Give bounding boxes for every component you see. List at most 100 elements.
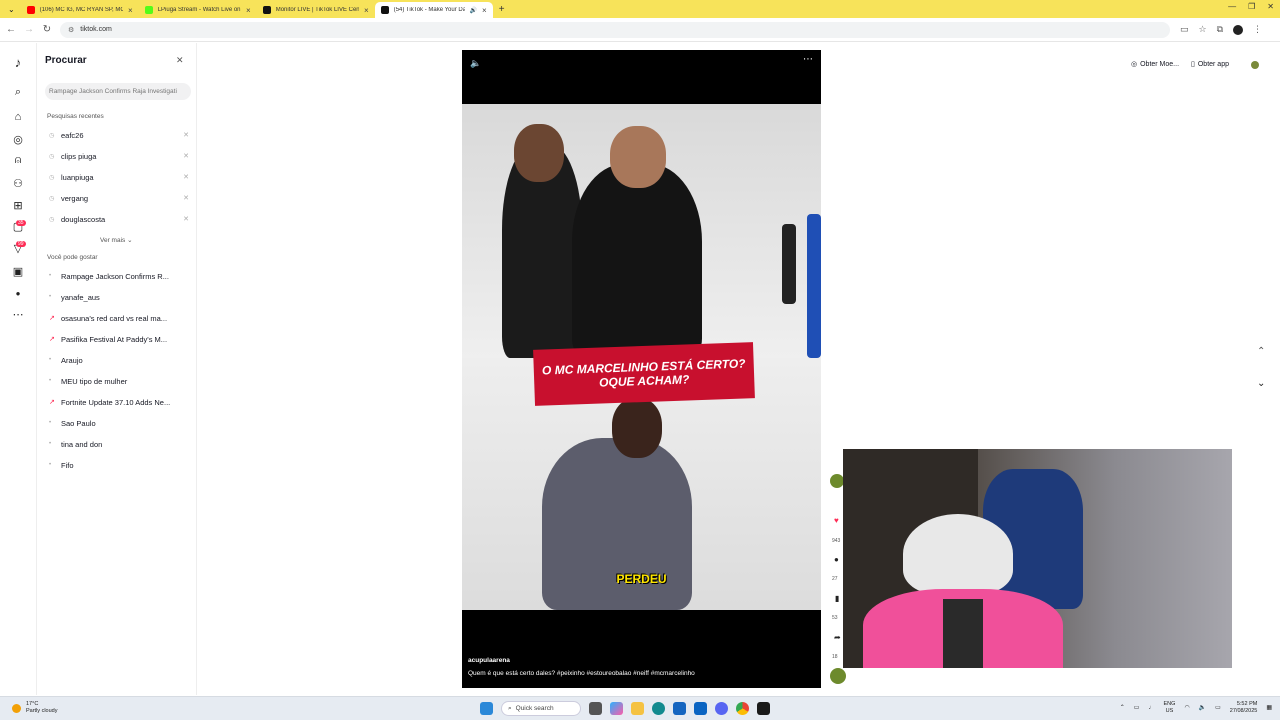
profile-avatar[interactable] — [1233, 24, 1244, 35]
more-icon[interactable]: ⋯ — [11, 307, 25, 321]
volume-icon[interactable]: 🔈 — [470, 58, 481, 69]
chrome-icon[interactable] — [736, 702, 749, 715]
live-icon[interactable]: ▣ — [11, 264, 25, 278]
tab-search-icon[interactable]: ⌄ — [8, 5, 15, 14]
terminal-icon[interactable] — [757, 702, 770, 715]
suggestion-item[interactable]: • Araujo — [49, 353, 189, 367]
wifi-icon[interactable]: ◠ — [1184, 704, 1189, 711]
more-options-icon[interactable]: ⋯ — [803, 54, 813, 65]
recent-search-item[interactable]: ◷ luanpiuga ✕ — [49, 170, 189, 184]
weather-widget[interactable]: 17°C Partly cloudy — [12, 701, 58, 714]
address-bar-row: ← → ↻ ⚙ tiktok.com ▭ ☆ ⧉ ⋮ — [0, 18, 1280, 42]
minimize-icon[interactable]: — — [1228, 2, 1236, 11]
friends-icon[interactable]: ⚇ — [11, 176, 25, 190]
home-icon[interactable]: ⌂ — [11, 110, 25, 124]
taskbar-search[interactable]: ⌕ Quick search — [501, 701, 581, 716]
following-icon[interactable]: ⍝ — [11, 153, 25, 167]
upload-icon[interactable]: ⊞ — [11, 198, 25, 212]
start-icon[interactable] — [480, 702, 493, 715]
browser-tab-kick[interactable]: LPiuga Stream - Watch Live on × — [139, 2, 257, 18]
extensions-icon[interactable]: ⧉ — [1217, 24, 1223, 35]
remove-icon[interactable]: ✕ — [183, 215, 189, 223]
suggestion-item[interactable]: ↗ Pasifika Festival At Paddy's M... — [49, 332, 189, 346]
close-icon[interactable]: ✕ — [176, 55, 184, 66]
browser-tab-tiktok[interactable]: (54) TikTok - Make Your Day 🔊 × — [374, 2, 493, 18]
discord-icon[interactable] — [715, 702, 728, 715]
panel-title: Procurar — [45, 55, 87, 66]
file-explorer-icon[interactable] — [631, 702, 644, 715]
site-info-icon[interactable]: ⚙ — [68, 26, 74, 34]
bookmark-star-icon[interactable]: ☆ — [1199, 24, 1207, 35]
profile-icon[interactable]: ● — [11, 286, 25, 300]
close-tab-icon[interactable]: × — [128, 6, 133, 15]
battery-icon[interactable]: ▭ — [1215, 704, 1221, 711]
remove-icon[interactable]: ✕ — [183, 194, 189, 202]
close-tab-icon[interactable]: × — [246, 6, 251, 15]
reload-icon[interactable]: ↻ — [38, 24, 56, 35]
save-icon[interactable]: ▮ — [835, 594, 839, 603]
forward-icon[interactable]: → — [20, 24, 38, 35]
see-more-button[interactable]: Ver mais ⌄ — [100, 236, 133, 244]
language-indicator[interactable]: ENG US — [1163, 701, 1175, 715]
suggestion-text: Sao Paulo — [61, 418, 96, 428]
like-icon[interactable]: ♥ — [834, 516, 839, 525]
search-icon[interactable]: ⌕ — [11, 85, 25, 99]
tray-chevron-up-icon[interactable]: ⌃ — [1120, 704, 1125, 711]
close-tab-icon[interactable]: × — [482, 6, 487, 15]
video-player[interactable]: 🔈 ⋯ O MC MARCELINHO ESTÁ CERTO? OQUE ACH… — [462, 50, 821, 688]
new-tab-icon[interactable]: + — [499, 4, 505, 15]
suggestion-item[interactable]: • yanafe_aus — [49, 290, 189, 304]
taskbar-search-label: Quick search — [515, 705, 554, 712]
webcam-overlay — [843, 449, 1232, 668]
volume-icon[interactable]: 🔈 — [1199, 704, 1206, 711]
suggestion-item[interactable]: ↗ osasuna's red card vs real ma... — [49, 311, 189, 325]
notifications-icon[interactable]: ▦ — [1266, 704, 1272, 711]
suggestion-item[interactable]: • Rampage Jackson Confirms R... — [49, 269, 189, 283]
remove-icon[interactable]: ✕ — [183, 131, 189, 139]
suggestion-item[interactable]: • Fifo — [49, 458, 189, 472]
address-bar[interactable]: ⚙ tiktok.com — [60, 21, 1170, 38]
recent-search-item[interactable]: ◷ vergang ✕ — [49, 191, 189, 205]
get-coins-button[interactable]: ◎ Obter Moe... — [1131, 60, 1179, 69]
tab-audio-icon[interactable]: 🔊 — [470, 7, 477, 14]
suggestion-item[interactable]: • tina and don — [49, 437, 189, 451]
clock[interactable]: 5:52 PM 27/08/2025 — [1230, 701, 1258, 715]
recent-search-item[interactable]: ◷ douglascosta ✕ — [49, 212, 189, 226]
creator-avatar[interactable] — [830, 474, 844, 488]
outlook-icon[interactable] — [694, 702, 707, 715]
recent-search-item[interactable]: ◷ eafc26 ✕ — [49, 128, 189, 142]
back-icon[interactable]: ← — [2, 24, 20, 35]
close-tab-icon[interactable]: × — [364, 6, 369, 15]
menu-icon[interactable]: ⋮ — [1253, 24, 1262, 35]
recent-search-item[interactable]: ◷ clips piuga ✕ — [49, 149, 189, 163]
chevron-down-icon: ⌄ — [127, 237, 133, 244]
suggestion-item[interactable]: ↗ Fortnite Update 37.10 Adds Ne... — [49, 395, 189, 409]
previous-video-icon[interactable]: ⌃ — [1257, 346, 1265, 357]
share-icon[interactable]: ➦ — [834, 633, 841, 642]
search-input[interactable] — [45, 83, 191, 100]
user-avatar[interactable] — [1251, 61, 1259, 69]
copilot-icon[interactable] — [610, 702, 623, 715]
remove-icon[interactable]: ✕ — [183, 152, 189, 160]
get-app-button[interactable]: ▯ Obter app — [1191, 60, 1229, 69]
store-icon[interactable] — [673, 702, 686, 715]
edge-icon[interactable] — [652, 702, 665, 715]
remove-icon[interactable]: ✕ — [183, 173, 189, 181]
browser-tab-monitor[interactable]: Monitor LIVE | TikTok LIVE Cent × — [257, 2, 375, 18]
video-author[interactable]: acupulaarena — [468, 657, 510, 664]
task-view-icon[interactable] — [589, 702, 602, 715]
tiktok-logo-icon[interactable]: ♪ — [11, 55, 25, 70]
cast-icon[interactable]: ▭ — [1180, 24, 1189, 35]
network-icon[interactable]: ▭ — [1134, 704, 1140, 711]
close-window-icon[interactable]: ✕ — [1267, 2, 1274, 11]
next-video-icon[interactable]: ⌄ — [1257, 378, 1265, 389]
comment-icon[interactable]: ● — [834, 555, 839, 564]
mic-icon[interactable]: ♩ — [1148, 705, 1154, 711]
person-center-head — [610, 126, 666, 188]
suggestion-item[interactable]: • MEU tipo de mulher — [49, 374, 189, 388]
explore-icon[interactable]: ◎ — [11, 132, 25, 146]
suggestion-item[interactable]: • Sao Paulo — [49, 416, 189, 430]
sound-avatar[interactable] — [830, 668, 846, 684]
browser-tab-youtube[interactable]: (106) MC IG, MC RYAN SP, MC × — [21, 2, 139, 18]
maximize-icon[interactable]: ❐ — [1248, 2, 1255, 11]
